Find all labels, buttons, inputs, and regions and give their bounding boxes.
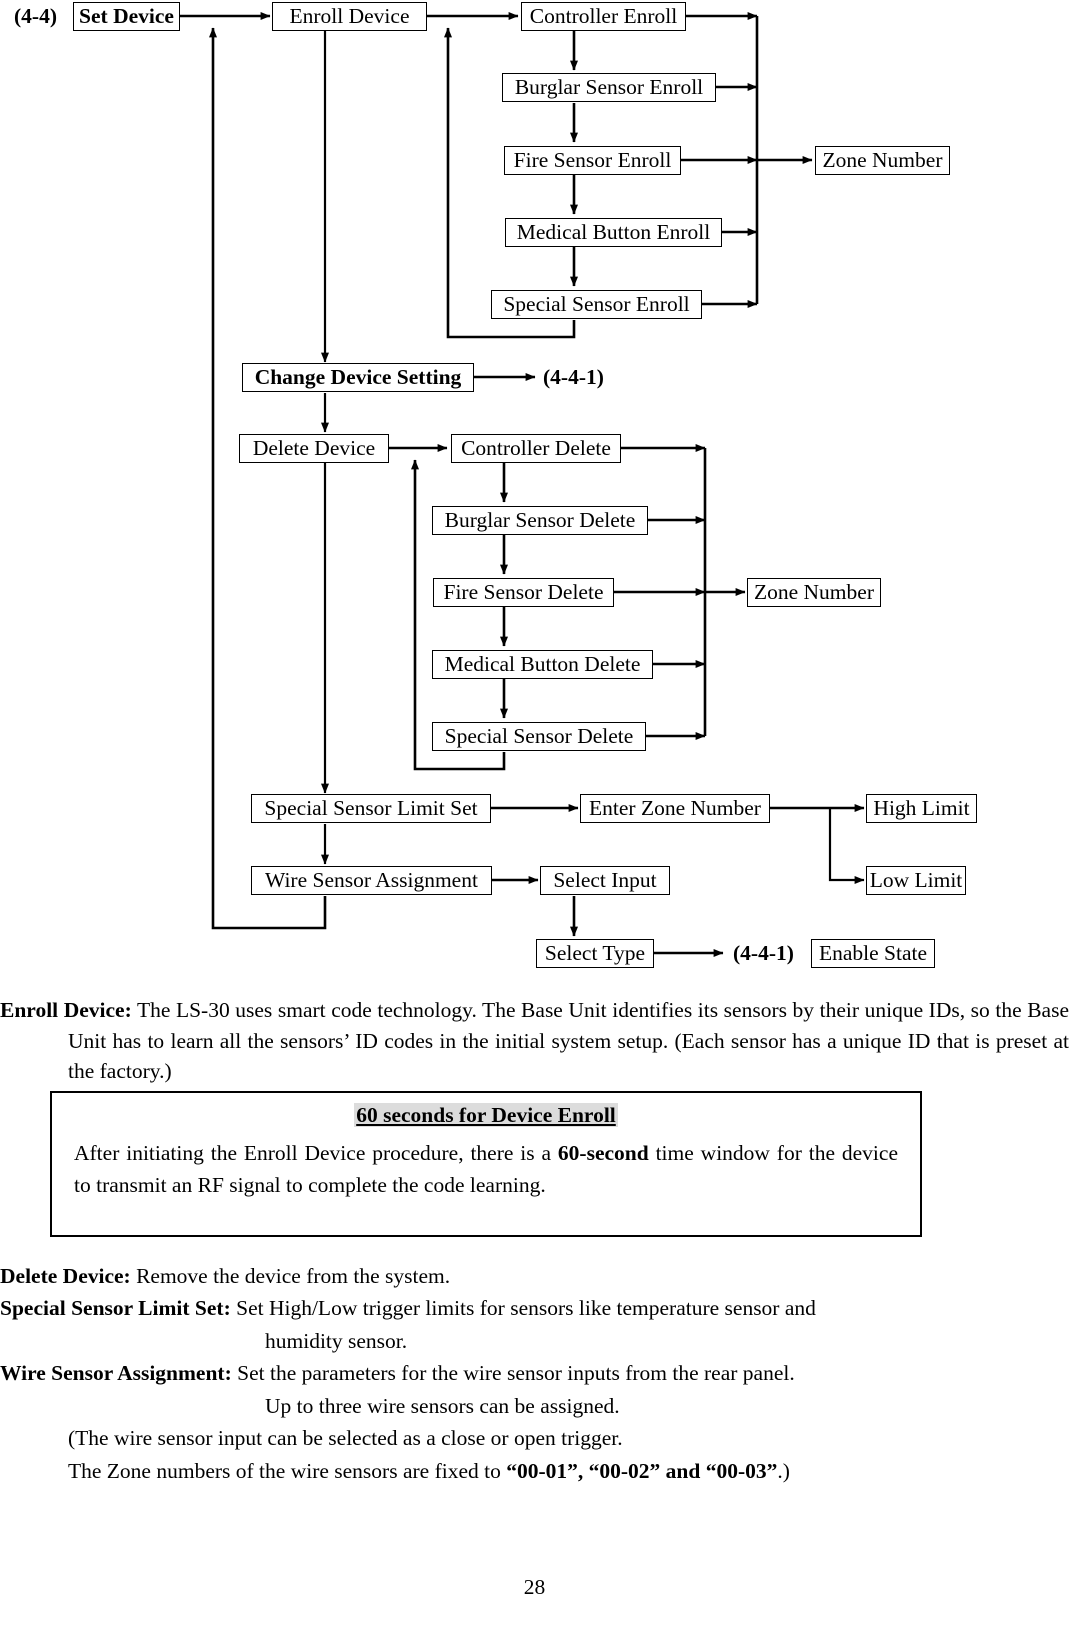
node-burglar-sensor-enroll[interactable]: Burglar Sensor Enroll xyxy=(502,73,716,102)
page-number: 28 xyxy=(523,1575,546,1599)
term-special-sensor-limit-set: Special Sensor Limit Set: xyxy=(0,1296,231,1321)
note-wire-sensor-zone-numbers: The Zone numbers of the wire sensors are… xyxy=(68,1456,1069,1487)
body-special-sensor-limit-set: Set High/Low trigger limits for sensors … xyxy=(230,1296,816,1321)
term-delete-device: Delete Device: xyxy=(0,1263,131,1288)
ref-change-device-setting: (4-4-1) xyxy=(543,365,604,389)
node-enable-state[interactable]: Enable State xyxy=(811,939,935,968)
body-wire-sensor-assignment-cont: Up to three wire sensors can be assigned… xyxy=(265,1393,620,1418)
note-body: After initiating the Enroll Device proce… xyxy=(74,1137,898,1202)
paragraph-delete-device: Delete Device: Remove the device from th… xyxy=(0,1261,1069,1292)
node-fire-sensor-delete[interactable]: Fire Sensor Delete xyxy=(433,578,614,607)
paragraph-enroll-device: Enroll Device: The LS-30 uses smart code… xyxy=(0,995,1069,1087)
node-fire-sensor-enroll[interactable]: Fire Sensor Enroll xyxy=(504,146,681,175)
note-box-60-seconds: 60 seconds for Device Enroll After initi… xyxy=(50,1090,922,1237)
node-enter-zone-number[interactable]: Enter Zone Number xyxy=(580,794,770,823)
node-set-device[interactable]: Set Device xyxy=(73,2,180,31)
ref-select-type: (4-4-1) xyxy=(733,941,794,965)
note-zone-bold: “00-01”, “00-02” and “00-03” xyxy=(506,1458,778,1483)
flowchart-diagram: (4-4) Set Device Enroll Device Controlle… xyxy=(0,0,1069,985)
node-select-input[interactable]: Select Input xyxy=(540,866,670,895)
note-body-bold: 60-second xyxy=(557,1140,649,1165)
note-body-part1: After initiating the Enroll Device proce… xyxy=(74,1140,558,1165)
note-zone-post: .) xyxy=(777,1458,790,1483)
node-low-limit[interactable]: Low Limit xyxy=(866,866,966,895)
note-wire-sensor-trigger: (The wire sensor input can be selected a… xyxy=(68,1426,623,1451)
node-zone-number-enroll[interactable]: Zone Number xyxy=(815,146,950,175)
node-wire-sensor-assignment[interactable]: Wire Sensor Assignment xyxy=(251,866,492,895)
term-wire-sensor-assignment: Wire Sensor Assignment: xyxy=(0,1361,232,1386)
node-high-limit[interactable]: High Limit xyxy=(866,794,977,823)
node-medical-button-delete[interactable]: Medical Button Delete xyxy=(432,650,653,679)
body-enroll-device: The LS-30 uses smart code technology. Th… xyxy=(68,998,1069,1084)
node-medical-button-enroll[interactable]: Medical Button Enroll xyxy=(505,218,722,247)
node-burglar-sensor-delete[interactable]: Burglar Sensor Delete xyxy=(432,506,648,535)
note-title-text: 60 seconds for Device Enroll xyxy=(354,1102,618,1127)
section-number-label: (4-4) xyxy=(14,4,57,28)
node-enroll-device[interactable]: Enroll Device xyxy=(272,2,427,31)
term-enroll-device: Enroll Device: xyxy=(0,998,132,1022)
node-select-type[interactable]: Select Type xyxy=(536,939,654,968)
node-special-sensor-enroll[interactable]: Special Sensor Enroll xyxy=(491,290,702,319)
body-wire-sensor-assignment: Set the parameters for the wire sensor i… xyxy=(231,1361,795,1386)
body-special-sensor-limit-set-cont: humidity sensor. xyxy=(265,1328,408,1353)
explanatory-text: Enroll Device: The LS-30 uses smart code… xyxy=(0,995,1069,1488)
node-special-sensor-limit-set[interactable]: Special Sensor Limit Set xyxy=(251,794,491,823)
node-controller-enroll[interactable]: Controller Enroll xyxy=(521,2,686,31)
note-title: 60 seconds for Device Enroll xyxy=(74,1102,898,1128)
node-zone-number-delete[interactable]: Zone Number xyxy=(747,578,881,607)
node-change-device-setting[interactable]: Change Device Setting xyxy=(242,363,474,392)
body-delete-device: Remove the device from the system. xyxy=(130,1263,451,1288)
node-delete-device[interactable]: Delete Device xyxy=(239,434,389,463)
paragraph-special-sensor-limit-set: Special Sensor Limit Set: Set High/Low t… xyxy=(0,1293,1069,1324)
node-special-sensor-delete[interactable]: Special Sensor Delete xyxy=(432,722,646,751)
note-zone-pre: The Zone numbers of the wire sensors are… xyxy=(68,1458,507,1483)
paragraph-wire-sensor-assignment: Wire Sensor Assignment: Set the paramete… xyxy=(0,1358,1069,1389)
node-controller-delete[interactable]: Controller Delete xyxy=(451,434,621,463)
